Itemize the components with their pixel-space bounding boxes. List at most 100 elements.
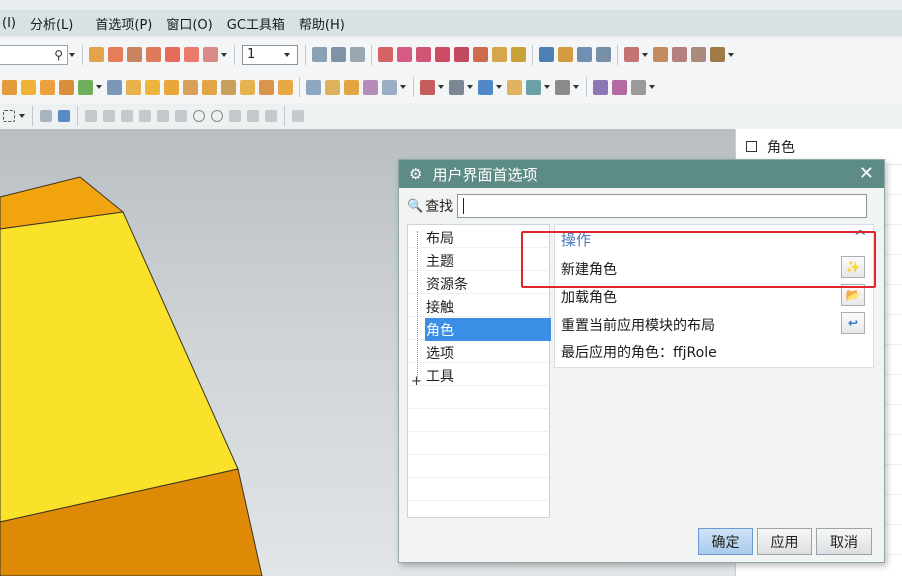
command-search-box[interactable]: ⚲ (0, 44, 68, 65)
tree-item-role[interactable]: 角色 (425, 318, 551, 341)
dialog-title-bar[interactable]: ⚙ 用户界面首选项 ✕ (399, 160, 884, 188)
snap-icon[interactable] (511, 47, 526, 62)
pocket-icon[interactable] (259, 79, 274, 95)
snap-on-curve-icon[interactable] (247, 110, 259, 122)
snap-existing-point-icon[interactable] (229, 110, 241, 122)
revolve-icon[interactable] (59, 79, 74, 95)
select-box-icon[interactable] (3, 110, 15, 122)
chevron-down-icon[interactable] (728, 52, 734, 57)
cylinder-icon[interactable] (164, 79, 179, 95)
vector-icon[interactable] (397, 47, 412, 62)
move-object-icon[interactable] (593, 79, 608, 95)
orient-view-icon[interactable] (478, 79, 493, 95)
chevron-down-icon[interactable] (96, 85, 102, 89)
render-style-icon[interactable] (449, 79, 464, 95)
chevron-down-icon[interactable] (400, 85, 406, 89)
edit-section-icon[interactable] (526, 79, 541, 95)
menu-item-window[interactable]: 窗口(O) (161, 14, 217, 33)
select-body-icon[interactable] (40, 110, 52, 122)
pad-icon[interactable] (278, 79, 293, 95)
edge-blend-icon[interactable] (306, 79, 321, 95)
show-icon[interactable] (539, 47, 554, 62)
extend-curve-icon[interactable] (127, 47, 142, 62)
chevron-down-icon[interactable] (544, 85, 550, 89)
block-icon[interactable] (145, 79, 160, 95)
chevron-down-icon[interactable] (438, 85, 444, 89)
extrude-icon[interactable] (40, 79, 55, 95)
plane-icon[interactable] (416, 47, 431, 62)
snap-midpoint-icon[interactable] (103, 110, 115, 122)
move-to-layer-icon[interactable] (350, 47, 365, 62)
ok-button[interactable]: 确定 (698, 528, 753, 555)
corner-icon[interactable] (165, 47, 180, 62)
datum-icon[interactable] (473, 47, 488, 62)
book-icon[interactable] (107, 79, 122, 95)
fillet-icon[interactable] (146, 47, 161, 62)
tree-item-tools[interactable]: 工具 (425, 364, 454, 387)
check-icon[interactable] (691, 47, 706, 62)
select-face-icon[interactable] (58, 110, 70, 122)
trim-curve-icon[interactable] (108, 47, 123, 62)
fit-view-icon[interactable] (420, 79, 435, 95)
chevron-down-icon[interactable] (467, 85, 473, 89)
wcs-icon[interactable] (631, 79, 646, 95)
apply-button[interactable]: 应用 (757, 528, 812, 555)
snap-endpoint-icon[interactable] (85, 110, 97, 122)
tree-item-resource-bar[interactable]: 资源条 (425, 272, 468, 295)
layer-settings-icon[interactable] (331, 47, 346, 62)
point-icon[interactable] (378, 47, 393, 62)
shell-icon[interactable] (126, 79, 141, 95)
chamfer-icon[interactable] (325, 79, 340, 95)
find-input[interactable] (457, 194, 868, 218)
draft-icon[interactable] (344, 79, 359, 95)
hide-icon[interactable] (558, 47, 573, 62)
selection-combo[interactable]: 1 (242, 44, 298, 65)
show-hide-icon[interactable] (577, 47, 592, 62)
split-body-icon[interactable] (382, 79, 397, 95)
boss-icon[interactable] (240, 79, 255, 95)
cancel-button[interactable]: 取消 (816, 528, 872, 555)
reset-layout-icon[interactable]: ↩ (841, 312, 865, 334)
snap-circle-icon[interactable] (193, 110, 205, 122)
wave-link-icon[interactable] (492, 47, 507, 62)
curve-icon[interactable] (89, 47, 104, 62)
sphere-icon[interactable] (202, 79, 217, 95)
snap-on-surface-icon[interactable] (265, 110, 277, 122)
tree-item-layout[interactable]: 布局 (425, 226, 454, 249)
chevron-down-icon[interactable] (221, 52, 227, 57)
menu-item-i[interactable]: (I) (0, 16, 21, 31)
background-icon[interactable] (507, 79, 522, 95)
transform-icon[interactable] (612, 79, 627, 95)
close-icon[interactable]: ✕ (859, 163, 874, 184)
ruler-icon[interactable] (710, 47, 725, 62)
expand-icon[interactable]: + (411, 374, 422, 389)
chevron-down-icon[interactable] (573, 85, 579, 89)
offset-curve-icon[interactable] (184, 47, 199, 62)
sketch-icon[interactable] (2, 79, 17, 95)
snap-arc-center-icon[interactable] (157, 110, 169, 122)
snap-bounded-icon[interactable] (292, 110, 304, 122)
chevron-down-icon[interactable] (19, 114, 25, 118)
color-icon[interactable] (555, 79, 570, 95)
tree-item-touch[interactable]: 接触 (425, 295, 454, 318)
trim-body-icon[interactable] (363, 79, 378, 95)
menu-item-analysis[interactable]: 分析(L) (25, 14, 78, 33)
snap-quadrant-icon[interactable] (175, 110, 187, 122)
tree-item-options[interactable]: 选项 (425, 341, 454, 364)
snap-tangent-icon[interactable] (211, 110, 223, 122)
chevron-down-icon[interactable] (642, 52, 648, 57)
unite-icon[interactable] (78, 79, 93, 95)
menu-item-gc-toolbox[interactable]: GC工具箱 (222, 14, 290, 33)
hole-icon[interactable] (221, 79, 236, 95)
chevron-down-icon[interactable] (69, 52, 75, 57)
measure-angle-icon[interactable] (653, 47, 668, 62)
spline-icon[interactable] (203, 47, 218, 62)
menu-item-help[interactable]: 帮助(H) (294, 14, 350, 33)
cone-icon[interactable] (183, 79, 198, 95)
pattern-icon[interactable] (21, 79, 36, 95)
chevron-down-icon[interactable] (649, 85, 655, 89)
snap-control-icon[interactable] (121, 110, 133, 122)
invert-show-icon[interactable] (596, 47, 611, 62)
analysis-icon[interactable] (672, 47, 687, 62)
snap-intersection-icon[interactable] (139, 110, 151, 122)
